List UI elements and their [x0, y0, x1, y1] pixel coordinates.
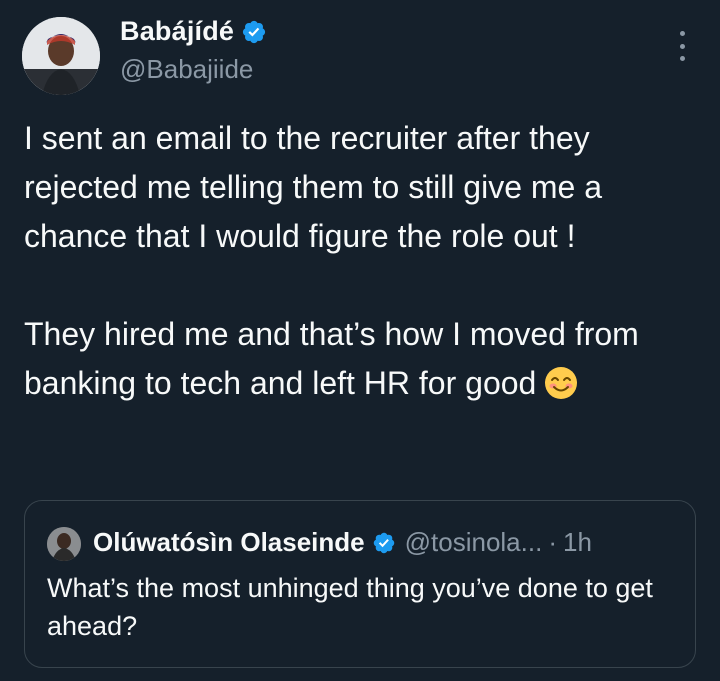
more-options-icon[interactable]	[670, 31, 694, 61]
more-dot	[679, 56, 685, 61]
quoted-header: Olúwatósìn Olaseinde @tosinola... · 1h	[93, 527, 592, 558]
author-handle[interactable]: @Babajiide	[120, 54, 253, 85]
verified-badge-icon	[372, 531, 396, 555]
quoted-tweet-text: What’s the most unhinged thing you’ve do…	[47, 573, 653, 641]
author-name-row: Babájídé	[120, 16, 267, 47]
author-avatar-image	[22, 17, 100, 95]
quoted-tweet[interactable]: Olúwatósìn Olaseinde @tosinola... · 1h W…	[24, 500, 696, 668]
tweet-card: Babájídé @Babajiide I sent an email to t…	[0, 0, 720, 681]
smiling-face-emoji-icon	[544, 365, 578, 399]
tweet-text-container: I sent an email to the recruiter after t…	[24, 114, 704, 408]
author-avatar[interactable]	[22, 17, 100, 95]
verified-badge-icon	[241, 19, 267, 45]
quoted-author-avatar[interactable]	[47, 527, 81, 561]
tweet-text: I sent an email to the recruiter after t…	[24, 120, 639, 401]
more-dot	[679, 43, 685, 49]
quoted-handle[interactable]: @tosinola...	[405, 527, 543, 558]
author-display-name[interactable]: Babájídé	[120, 16, 234, 47]
quoted-timestamp[interactable]: 1h	[563, 527, 592, 558]
quoted-author-avatar-image	[47, 527, 81, 561]
quoted-separator: ·	[548, 527, 557, 557]
more-dot	[679, 31, 685, 36]
quoted-display-name[interactable]: Olúwatósìn Olaseinde	[93, 527, 365, 558]
